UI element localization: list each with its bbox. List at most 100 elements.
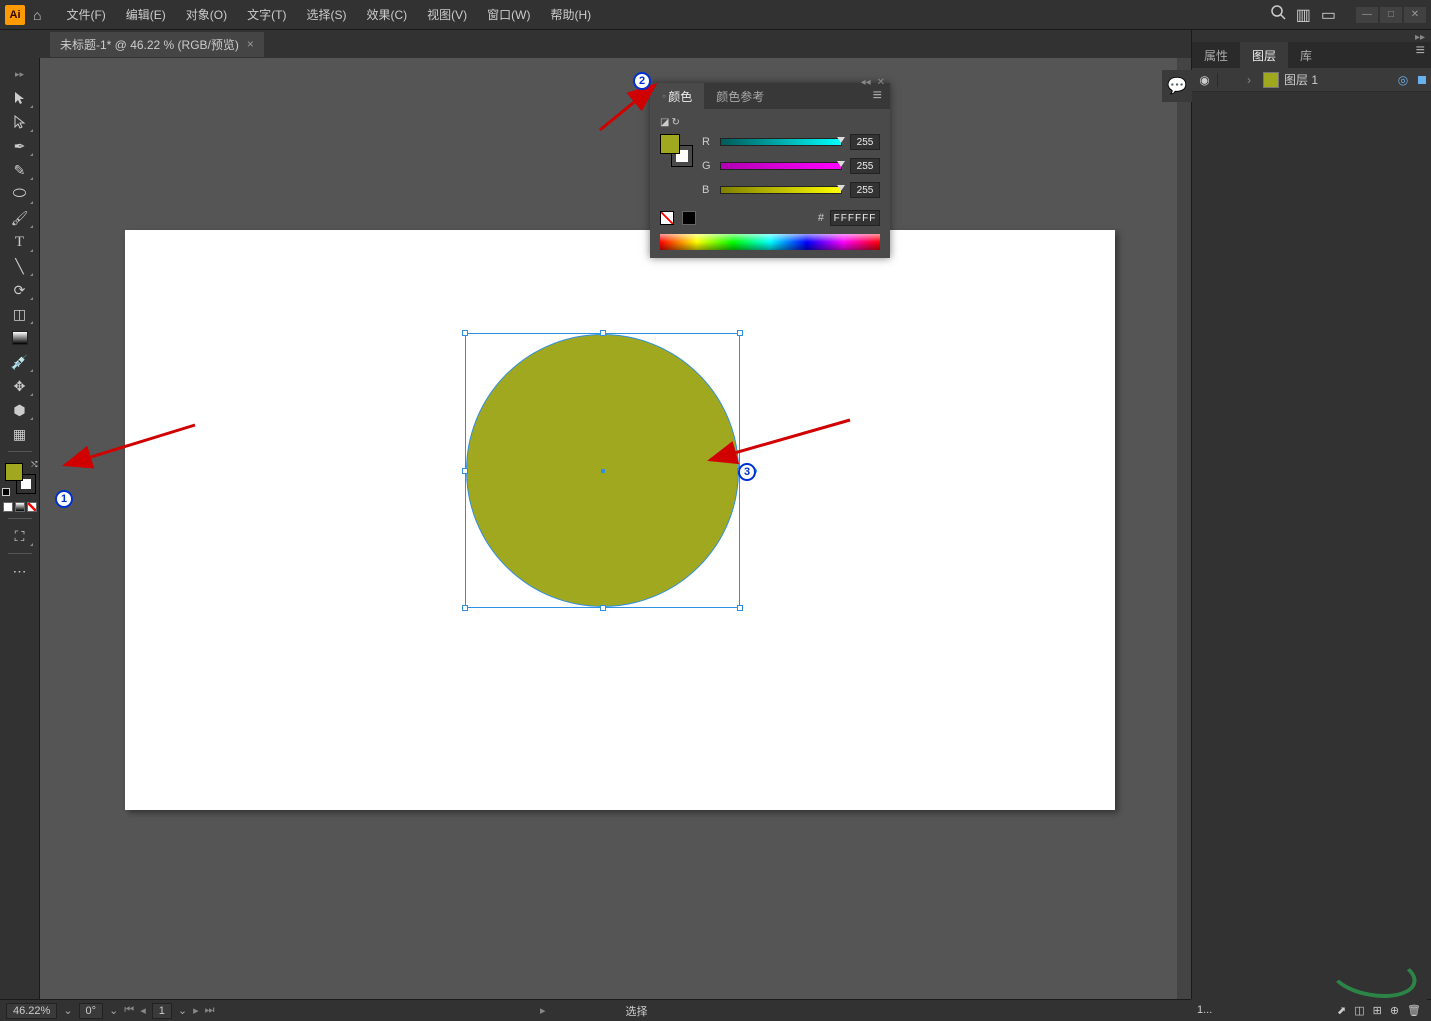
window-minimize-button[interactable]: — xyxy=(1356,7,1378,23)
home-icon[interactable]: ⌂ xyxy=(33,7,41,23)
comments-panel-icon[interactable]: 💬 xyxy=(1167,76,1187,96)
rotation-dropdown-icon[interactable]: ⌄ xyxy=(109,1004,118,1017)
none-swatch-icon[interactable] xyxy=(660,211,674,225)
visibility-toggle-icon[interactable]: ◉ xyxy=(1192,73,1218,87)
workspace-switcher-icon[interactable]: ▭ xyxy=(1321,5,1336,25)
arrange-documents-icon[interactable]: ▥ xyxy=(1296,5,1311,25)
g-value-input[interactable]: 255 xyxy=(850,158,880,174)
panel-fill-swatch[interactable] xyxy=(660,134,680,154)
r-value-input[interactable]: 255 xyxy=(850,134,880,150)
layer-row[interactable]: ◉ › 图层 1 ◎ xyxy=(1192,68,1431,92)
document-tab[interactable]: 未标题-1* @ 46.22 % (RGB/预览) × xyxy=(50,32,264,57)
window-close-button[interactable]: ✕ xyxy=(1404,7,1426,23)
panel-menu-icon[interactable]: ≡ xyxy=(865,87,890,105)
hex-value-input[interactable]: FFFFFF xyxy=(830,210,880,226)
swap-fill-stroke-icon[interactable]: ⤭ xyxy=(31,460,37,470)
resize-handle[interactable] xyxy=(462,605,468,611)
resize-handle[interactable] xyxy=(600,605,606,611)
eraser-tool[interactable]: ◫ xyxy=(6,303,34,325)
artboard-next-icon[interactable]: ▸ xyxy=(193,1004,199,1017)
new-layer-icon[interactable]: ⊕ xyxy=(1390,1004,1399,1017)
resize-handle[interactable] xyxy=(600,330,606,336)
menu-file[interactable]: 文件(F) xyxy=(56,6,115,23)
resize-handle[interactable] xyxy=(462,468,468,474)
rotate-tool[interactable]: ⟳ xyxy=(6,279,34,301)
selection-tool[interactable] xyxy=(6,87,34,109)
b-slider[interactable] xyxy=(720,186,842,194)
target-icon[interactable]: ◎ xyxy=(1393,73,1413,87)
vertical-scrollbar[interactable] xyxy=(1177,58,1191,999)
zoom-level-input[interactable]: 46.22% xyxy=(6,1003,57,1019)
menu-view[interactable]: 视图(V) xyxy=(417,6,477,23)
close-panel-icon[interactable]: ✕ xyxy=(877,77,885,88)
selection-bounding-box[interactable] xyxy=(465,333,740,608)
black-white-swatch-icon[interactable] xyxy=(682,211,696,225)
none-mode-icon[interactable] xyxy=(27,502,37,512)
default-fill-stroke-icon[interactable] xyxy=(2,488,10,496)
resize-handle[interactable] xyxy=(737,605,743,611)
swap-mini-icon[interactable]: ◪ xyxy=(660,117,669,128)
close-tab-icon[interactable]: × xyxy=(247,37,254,51)
rotation-input[interactable]: 0° xyxy=(79,1003,104,1019)
line-tool[interactable]: ╲ xyxy=(6,255,34,277)
tab-color[interactable]: ◦颜色 xyxy=(650,83,704,109)
screen-mode-icon[interactable]: ⛶ xyxy=(6,525,34,547)
artboard-tool[interactable]: ▦ xyxy=(6,423,34,445)
locate-object-icon[interactable]: ⬈ xyxy=(1337,1004,1346,1017)
panel-fill-stroke-swatch[interactable] xyxy=(660,134,692,166)
tab-color-guide[interactable]: 颜色参考 xyxy=(704,83,776,109)
panel-menu-icon[interactable]: ≡ xyxy=(1410,42,1431,68)
tab-libraries[interactable]: 库 xyxy=(1288,42,1324,68)
direct-selection-tool[interactable] xyxy=(6,111,34,133)
gradient-mode-icon[interactable] xyxy=(15,502,25,512)
cycle-mini-icon[interactable]: ↻ xyxy=(671,117,679,128)
pen-tool[interactable]: ✒ xyxy=(6,135,34,157)
menu-select[interactable]: 选择(S) xyxy=(296,6,356,23)
status-menu-icon[interactable]: ▸ xyxy=(540,1004,546,1017)
color-mode-icon[interactable] xyxy=(3,502,13,512)
selection-indicator-icon[interactable] xyxy=(1413,76,1431,84)
menu-help[interactable]: 帮助(H) xyxy=(540,6,601,23)
menu-effect[interactable]: 效果(C) xyxy=(356,6,417,23)
r-slider[interactable] xyxy=(720,138,842,146)
menu-type[interactable]: 文字(T) xyxy=(237,6,296,23)
tool-panel: ▸▸ ✒ ✎ ⬭ 🖌 T ╲ ⟳ ◫ 💉 ✥ ⬢ ▦ ⤭ ⛶ ⋯ xyxy=(0,58,40,999)
menu-window[interactable]: 窗口(W) xyxy=(477,6,540,23)
menu-edit[interactable]: 编辑(E) xyxy=(116,6,176,23)
edit-toolbar-icon[interactable]: ⋯ xyxy=(6,560,34,582)
artboard-dropdown-icon[interactable]: ⌄ xyxy=(178,1004,187,1017)
paintbrush-tool[interactable]: 🖌 xyxy=(6,207,34,229)
window-maximize-button[interactable]: □ xyxy=(1380,7,1402,23)
collapse-toolbar-icon[interactable]: ▸▸ xyxy=(6,63,34,85)
zoom-dropdown-icon[interactable]: ⌄ xyxy=(63,1004,72,1017)
rectangle-tool[interactable]: ⬭ xyxy=(6,183,34,205)
collapse-panel-icon[interactable]: ◂◂ xyxy=(861,77,871,88)
artboard-last-icon[interactable]: ⏭ xyxy=(205,1004,215,1017)
fill-stroke-swatch[interactable]: ⤭ xyxy=(5,463,35,493)
eyedropper-tool[interactable]: 💉 xyxy=(6,351,34,373)
tab-layers[interactable]: 图层 xyxy=(1240,42,1288,68)
artboard-number-input[interactable]: 1 xyxy=(152,1003,172,1019)
curvature-tool[interactable]: ✎ xyxy=(6,159,34,181)
search-icon[interactable] xyxy=(1270,4,1286,25)
delete-layer-icon[interactable]: 🗑 xyxy=(1407,1004,1421,1017)
shape-builder-tool[interactable]: ⬢ xyxy=(6,399,34,421)
tab-properties[interactable]: 属性 xyxy=(1192,42,1240,68)
resize-handle[interactable] xyxy=(462,330,468,336)
g-slider[interactable] xyxy=(720,162,842,170)
artboard-prev-icon[interactable]: ◂ xyxy=(140,1004,146,1017)
make-clipping-mask-icon[interactable]: ◫ xyxy=(1354,1004,1364,1017)
color-spectrum[interactable] xyxy=(660,234,880,250)
layer-name[interactable]: 图层 1 xyxy=(1284,71,1393,88)
b-value-input[interactable]: 255 xyxy=(850,182,880,198)
resize-handle[interactable] xyxy=(737,330,743,336)
create-sublayer-icon[interactable]: ⊞ xyxy=(1373,1004,1382,1017)
free-transform-tool[interactable]: ✥ xyxy=(6,375,34,397)
fill-swatch[interactable] xyxy=(5,463,23,481)
menu-object[interactable]: 对象(O) xyxy=(176,6,237,23)
expand-layer-icon[interactable]: › xyxy=(1240,73,1258,87)
collapse-dock-icon[interactable]: ▸▸ xyxy=(1415,32,1425,43)
artboard-first-icon[interactable]: ⏮ xyxy=(124,1004,134,1017)
gradient-tool[interactable] xyxy=(6,327,34,349)
type-tool[interactable]: T xyxy=(6,231,34,253)
